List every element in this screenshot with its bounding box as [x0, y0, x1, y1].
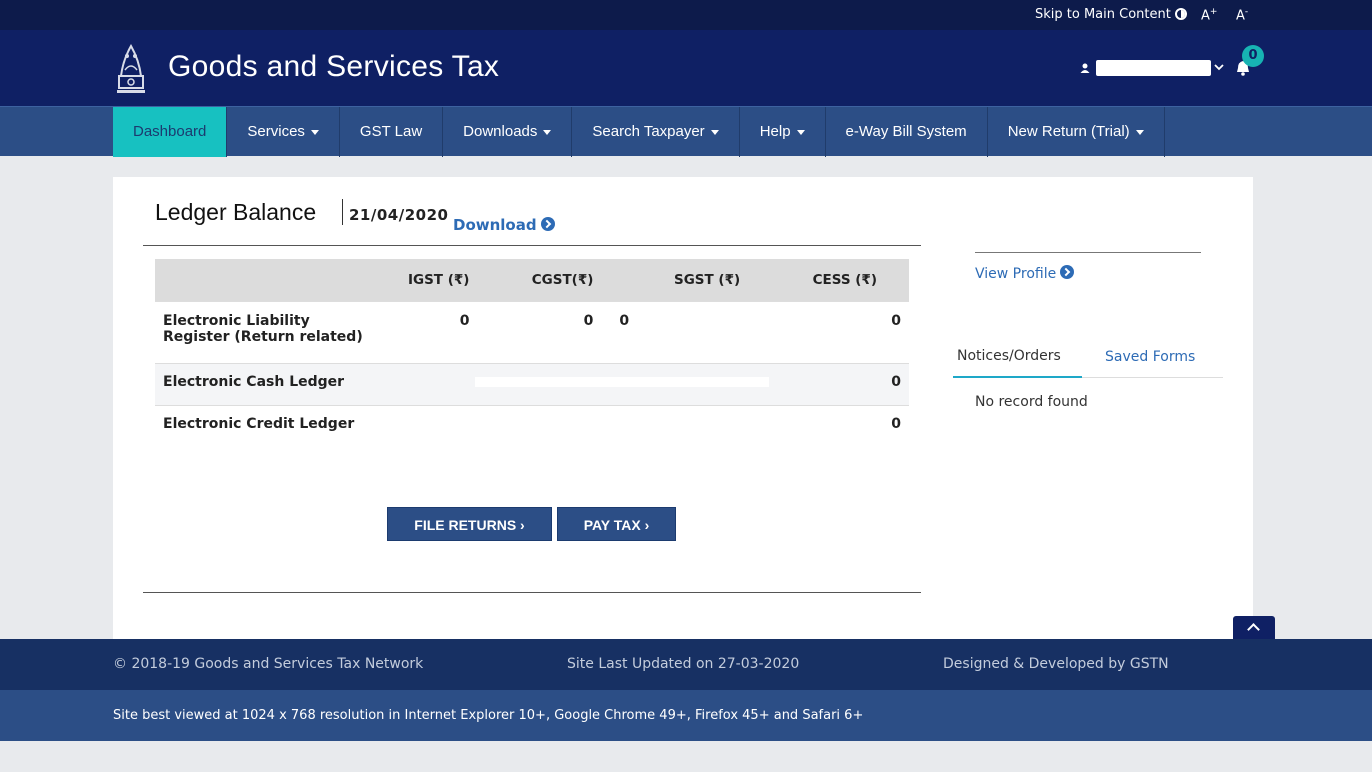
ledger-date: 21/04/2020 — [349, 206, 449, 224]
column-header-label: CESS (₹) — [812, 271, 877, 288]
download-label: Download — [453, 216, 537, 234]
redacted-values — [475, 376, 770, 387]
notification-count-badge[interactable]: 0 — [1242, 45, 1264, 67]
site-title[interactable]: Goods and Services Tax — [168, 50, 499, 84]
footer: © 2018-19 Goods and Services Tax Network… — [0, 639, 1372, 690]
font-increase-letter: A — [1201, 8, 1210, 24]
nav-label: Dashboard — [133, 123, 207, 140]
row-label: Electronic Liability Register (Return rel… — [155, 300, 370, 363]
column-header-igst: IGST (₹) — [369, 259, 470, 301]
divider — [143, 245, 921, 246]
divider — [975, 252, 1201, 253]
ledger-balance-title: Ledger Balance — [155, 199, 317, 225]
font-increase-button[interactable]: A+ — [1201, 7, 1217, 23]
column-header-label: CGST(₹) — [531, 271, 594, 288]
nav-item-eway-bill[interactable]: e-Way Bill System — [826, 107, 988, 157]
cell-cess: 0 — [770, 404, 909, 447]
tab-notices-orders[interactable]: Notices/Orders — [953, 348, 1082, 378]
arrow-circle-right-icon — [1060, 265, 1075, 279]
table-header-row: IGST (₹) CGST(₹) SGST (₹) CESS (₹) — [155, 259, 909, 301]
nav-label: New Return (Trial) — [1007, 123, 1130, 140]
caret-down-icon — [310, 129, 319, 135]
font-increase-sign: + — [1209, 7, 1218, 17]
cell-cess: 0 — [770, 362, 909, 405]
cell-cess: 0 — [770, 300, 909, 363]
nav-item-help[interactable]: Help — [740, 107, 826, 157]
masked-values — [369, 404, 771, 447]
empty-state-message: No record found — [975, 394, 1088, 410]
column-header-label: IGST (₹) — [407, 271, 470, 288]
cell-igst: 0 — [369, 300, 470, 363]
nav-item-new-return[interactable]: New Return (Trial) — [988, 107, 1165, 157]
view-profile-link[interactable]: View Profile — [975, 265, 1075, 282]
row-label: Electronic Cash Ledger — [155, 362, 370, 405]
chevron-down-icon[interactable] — [1214, 62, 1224, 72]
pay-tax-button[interactable]: PAY TAX › — [557, 507, 676, 541]
view-profile-label: View Profile — [975, 266, 1057, 282]
username-redacted[interactable] — [1096, 60, 1211, 76]
cell-sgst: 0 — [619, 300, 771, 363]
file-returns-button[interactable]: FILE RETURNS › — [387, 507, 552, 541]
tab-saved-forms[interactable]: Saved Forms — [1105, 349, 1195, 379]
main-nav: Dashboard Services GST Law Downloads Sea… — [0, 106, 1372, 157]
ledger-balance-table: IGST (₹) CGST(₹) SGST (₹) CESS (₹) Elect… — [155, 259, 909, 447]
nav-label: e-Way Bill System — [845, 123, 967, 140]
footer-browser-note-bar: Site best viewed at 1024 x 768 resolutio… — [0, 690, 1372, 741]
row-label-line2: Register (Return related) — [163, 328, 363, 345]
nav-item-search-taxpayer[interactable]: Search Taxpayer — [572, 107, 740, 157]
emblem-icon[interactable] — [113, 40, 149, 96]
site-header: Goods and Services Tax 0 — [0, 30, 1372, 106]
footer-copyright: © 2018-19 Goods and Services Tax Network — [113, 656, 424, 672]
caret-down-icon — [1135, 129, 1144, 135]
dashboard-panel: Ledger Balance 21/04/2020 Download IGST … — [113, 177, 1253, 639]
caret-down-icon — [796, 129, 805, 135]
nav-label: Search Taxpayer — [592, 123, 705, 140]
column-header-sgst: SGST (₹) — [619, 259, 771, 301]
skip-to-main-content-link[interactable]: Skip to Main Content — [1035, 7, 1171, 22]
table-row: Electronic Liability Register (Return rel… — [155, 300, 909, 363]
nav-item-dashboard[interactable]: Dashboard — [113, 107, 228, 157]
download-link[interactable]: Download — [453, 216, 555, 234]
footer-browser-note: Site best viewed at 1024 x 768 resolutio… — [113, 708, 864, 723]
nav-label: Help — [759, 123, 791, 140]
nav-label: GST Law — [359, 123, 423, 140]
column-header — [155, 259, 370, 301]
title-divider — [342, 199, 343, 225]
column-header-label: SGST (₹) — [674, 271, 741, 288]
row-label: Electronic Credit Ledger — [155, 404, 370, 447]
masked-values — [369, 362, 771, 405]
row-label-line1: Electronic Liability — [163, 312, 310, 329]
top-utility-bar: Skip to Main Content A+ A- — [0, 0, 1372, 30]
user-icon[interactable] — [1080, 63, 1090, 73]
column-header-cgst: CGST(₹) — [469, 259, 620, 301]
footer-last-updated: Site Last Updated on 27-03-2020 — [567, 656, 800, 672]
font-decrease-button[interactable]: A- — [1236, 7, 1248, 23]
table-row: Electronic Credit Ledger 0 — [155, 404, 909, 447]
nav-item-services[interactable]: Services — [227, 107, 340, 157]
divider — [143, 592, 921, 593]
nav-label: Services — [247, 123, 305, 140]
caret-down-icon — [543, 129, 552, 135]
font-decrease-letter: A — [1236, 8, 1245, 24]
chevron-up-icon[interactable] — [1233, 616, 1275, 640]
column-header-cess: CESS (₹) — [770, 259, 909, 301]
caret-down-icon — [710, 129, 719, 135]
sidebar-tabs: Notices/Orders Saved Forms — [953, 342, 1223, 378]
arrow-circle-right-icon — [540, 217, 555, 231]
font-decrease-sign: - — [1244, 7, 1249, 17]
footer-developer: Designed & Developed by GSTN — [943, 656, 1169, 672]
cell-cgst: 0 — [469, 300, 620, 363]
nav-label: Downloads — [463, 123, 538, 140]
table-row: Electronic Cash Ledger 0 — [155, 362, 909, 405]
contrast-icon[interactable] — [1175, 8, 1187, 20]
nav-item-downloads[interactable]: Downloads — [443, 107, 573, 157]
nav-item-gst-law[interactable]: GST Law — [340, 107, 444, 157]
